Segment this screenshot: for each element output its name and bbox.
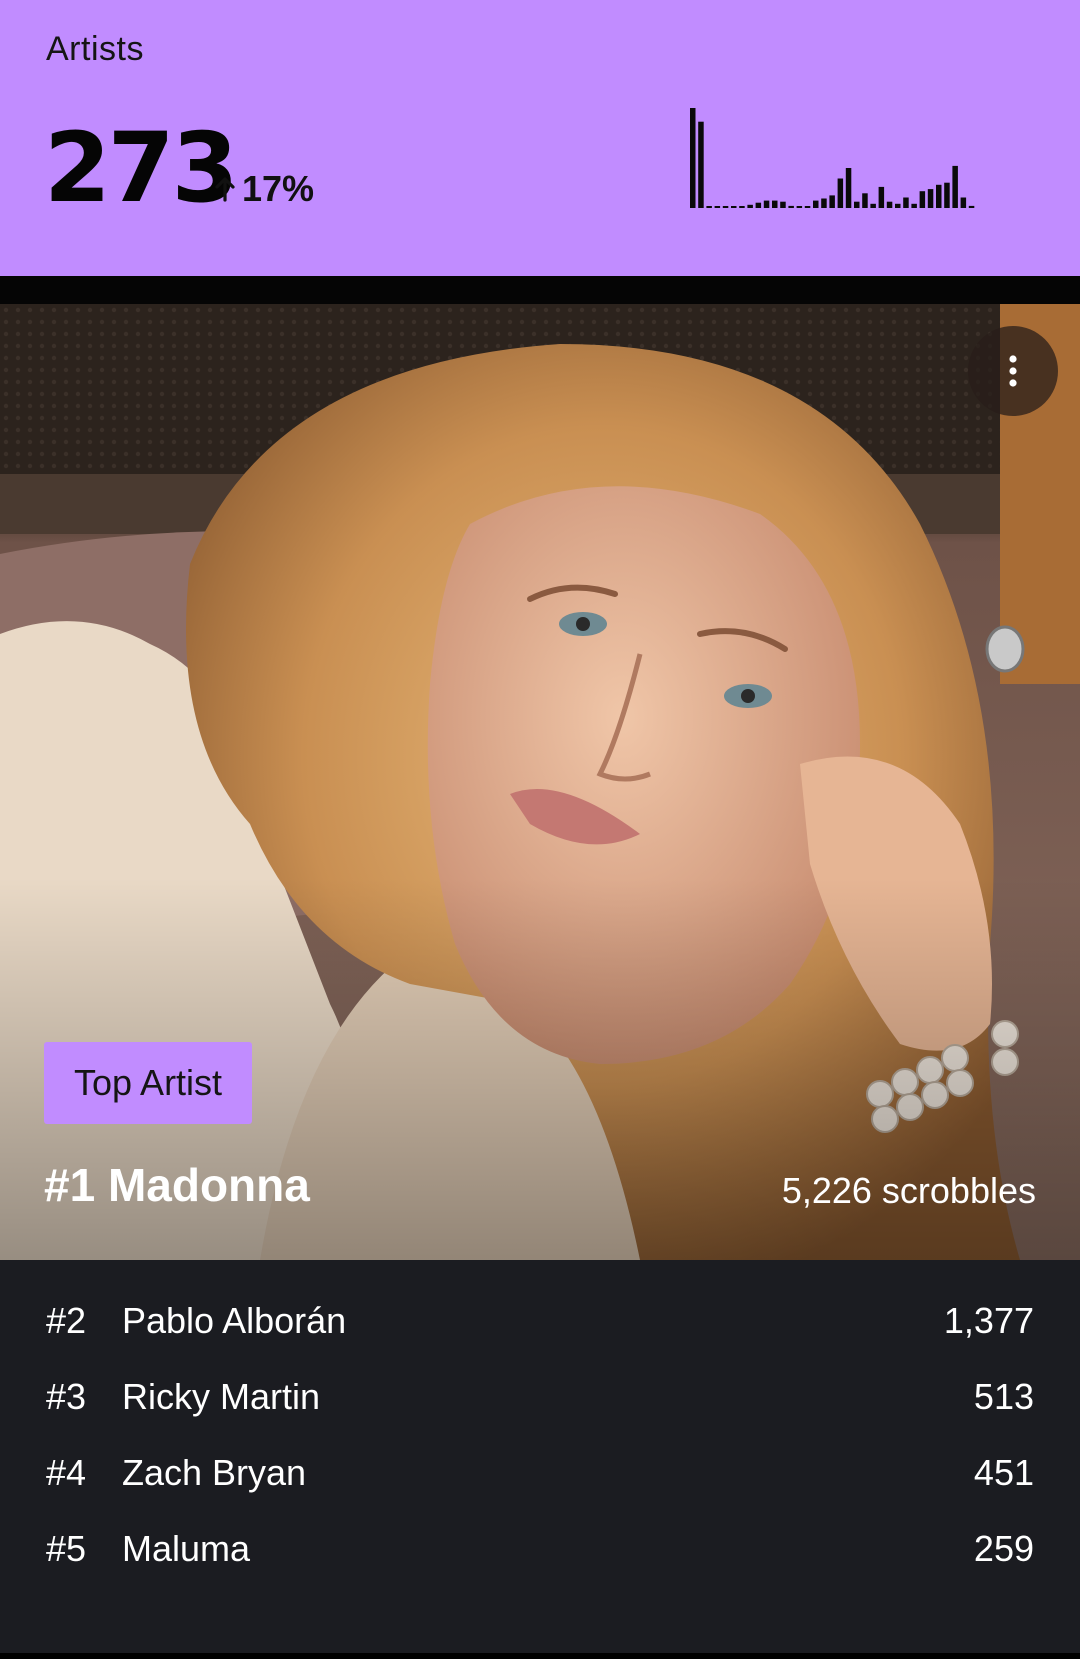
- top-artist-scrobbles: 5,226 scrobbles: [781, 1170, 1036, 1211]
- scrobble-count: 451: [973, 1452, 1034, 1493]
- spark-bar: [747, 204, 753, 208]
- arrow-up-icon: [215, 177, 235, 202]
- rank-label: #5: [46, 1528, 87, 1569]
- list-item[interactable]: #5 Maluma 259: [0, 1510, 1080, 1586]
- artist-name: Ricky Martin: [122, 1376, 321, 1417]
- spark-bar: [796, 206, 803, 208]
- list-item[interactable]: #2 Pablo Alborán 1,377: [0, 1282, 1080, 1358]
- spark-bar: [886, 201, 893, 208]
- change-indicator: 17%: [214, 168, 314, 210]
- spark-bar: [821, 198, 827, 208]
- artist-name: Zach Bryan: [122, 1452, 307, 1493]
- spark-bar: [968, 205, 975, 208]
- spark-bar: [690, 108, 696, 208]
- scrobble-count: 1,377: [943, 1300, 1034, 1341]
- change-percent: 17%: [242, 168, 315, 209]
- artist-name: Maluma: [122, 1528, 251, 1569]
- top-artist-card[interactable]: Top Artist #1 Madonna 5,226 scrobbles: [0, 304, 1080, 1260]
- spark-bar: [698, 121, 704, 208]
- artist-count: 273: [44, 112, 238, 224]
- spark-bar: [763, 200, 770, 208]
- spark-bar: [788, 205, 794, 208]
- spark-bar: [829, 195, 835, 208]
- spark-bar: [952, 165, 958, 208]
- spark-bar: [944, 182, 950, 208]
- spark-bar: [755, 202, 762, 208]
- spark-bar: [714, 206, 721, 208]
- more-options-button[interactable]: [968, 326, 1058, 416]
- spark-bar: [837, 178, 844, 208]
- rank-label: #2: [46, 1300, 87, 1341]
- artists-sparkline: [690, 108, 975, 208]
- spark-bar: [845, 168, 852, 208]
- spark-bar: [739, 206, 745, 208]
- artists-card-header[interactable]: Artists 273 17%: [0, 0, 1080, 276]
- spark-bar: [813, 200, 819, 208]
- spark-bar: [804, 206, 811, 208]
- artist-ranking-list: #2 Pablo Alborán 1,377 #3 Ricky Martin 5…: [0, 1260, 1080, 1653]
- rank-label: #3: [46, 1376, 87, 1417]
- spark-bar: [927, 189, 934, 208]
- spark-bar: [911, 203, 917, 208]
- top-artist-badge: Top Artist: [44, 1042, 253, 1124]
- list-item[interactable]: #4 Zach Bryan 451: [0, 1434, 1080, 1510]
- spark-bar: [919, 191, 926, 208]
- artist-name: Pablo Alborán: [122, 1300, 347, 1341]
- spark-bar: [960, 197, 967, 208]
- spark-bar: [862, 193, 868, 208]
- rank-label: #4: [46, 1452, 87, 1493]
- section-divider: [0, 276, 1080, 304]
- more-vertical-icon: [1009, 355, 1017, 387]
- list-item[interactable]: #3 Ricky Martin 513: [0, 1358, 1080, 1434]
- spark-bar: [706, 206, 712, 208]
- spark-bar: [854, 201, 860, 208]
- spark-bar: [895, 203, 901, 208]
- top-artist-name[interactable]: #1 Madonna: [44, 1158, 310, 1212]
- scrobble-count: 513: [973, 1376, 1034, 1417]
- spark-bar: [903, 197, 909, 208]
- spark-bar: [731, 206, 737, 208]
- spark-bar: [878, 186, 885, 208]
- bottom-edge: [0, 1653, 1080, 1659]
- spark-bar: [870, 203, 876, 208]
- spark-bar: [936, 184, 942, 208]
- scrobble-count: 259: [973, 1528, 1034, 1569]
- spark-bar: [722, 206, 729, 208]
- spark-bar: [780, 201, 786, 208]
- spark-bar: [772, 200, 778, 208]
- card-title: Artists: [46, 30, 144, 68]
